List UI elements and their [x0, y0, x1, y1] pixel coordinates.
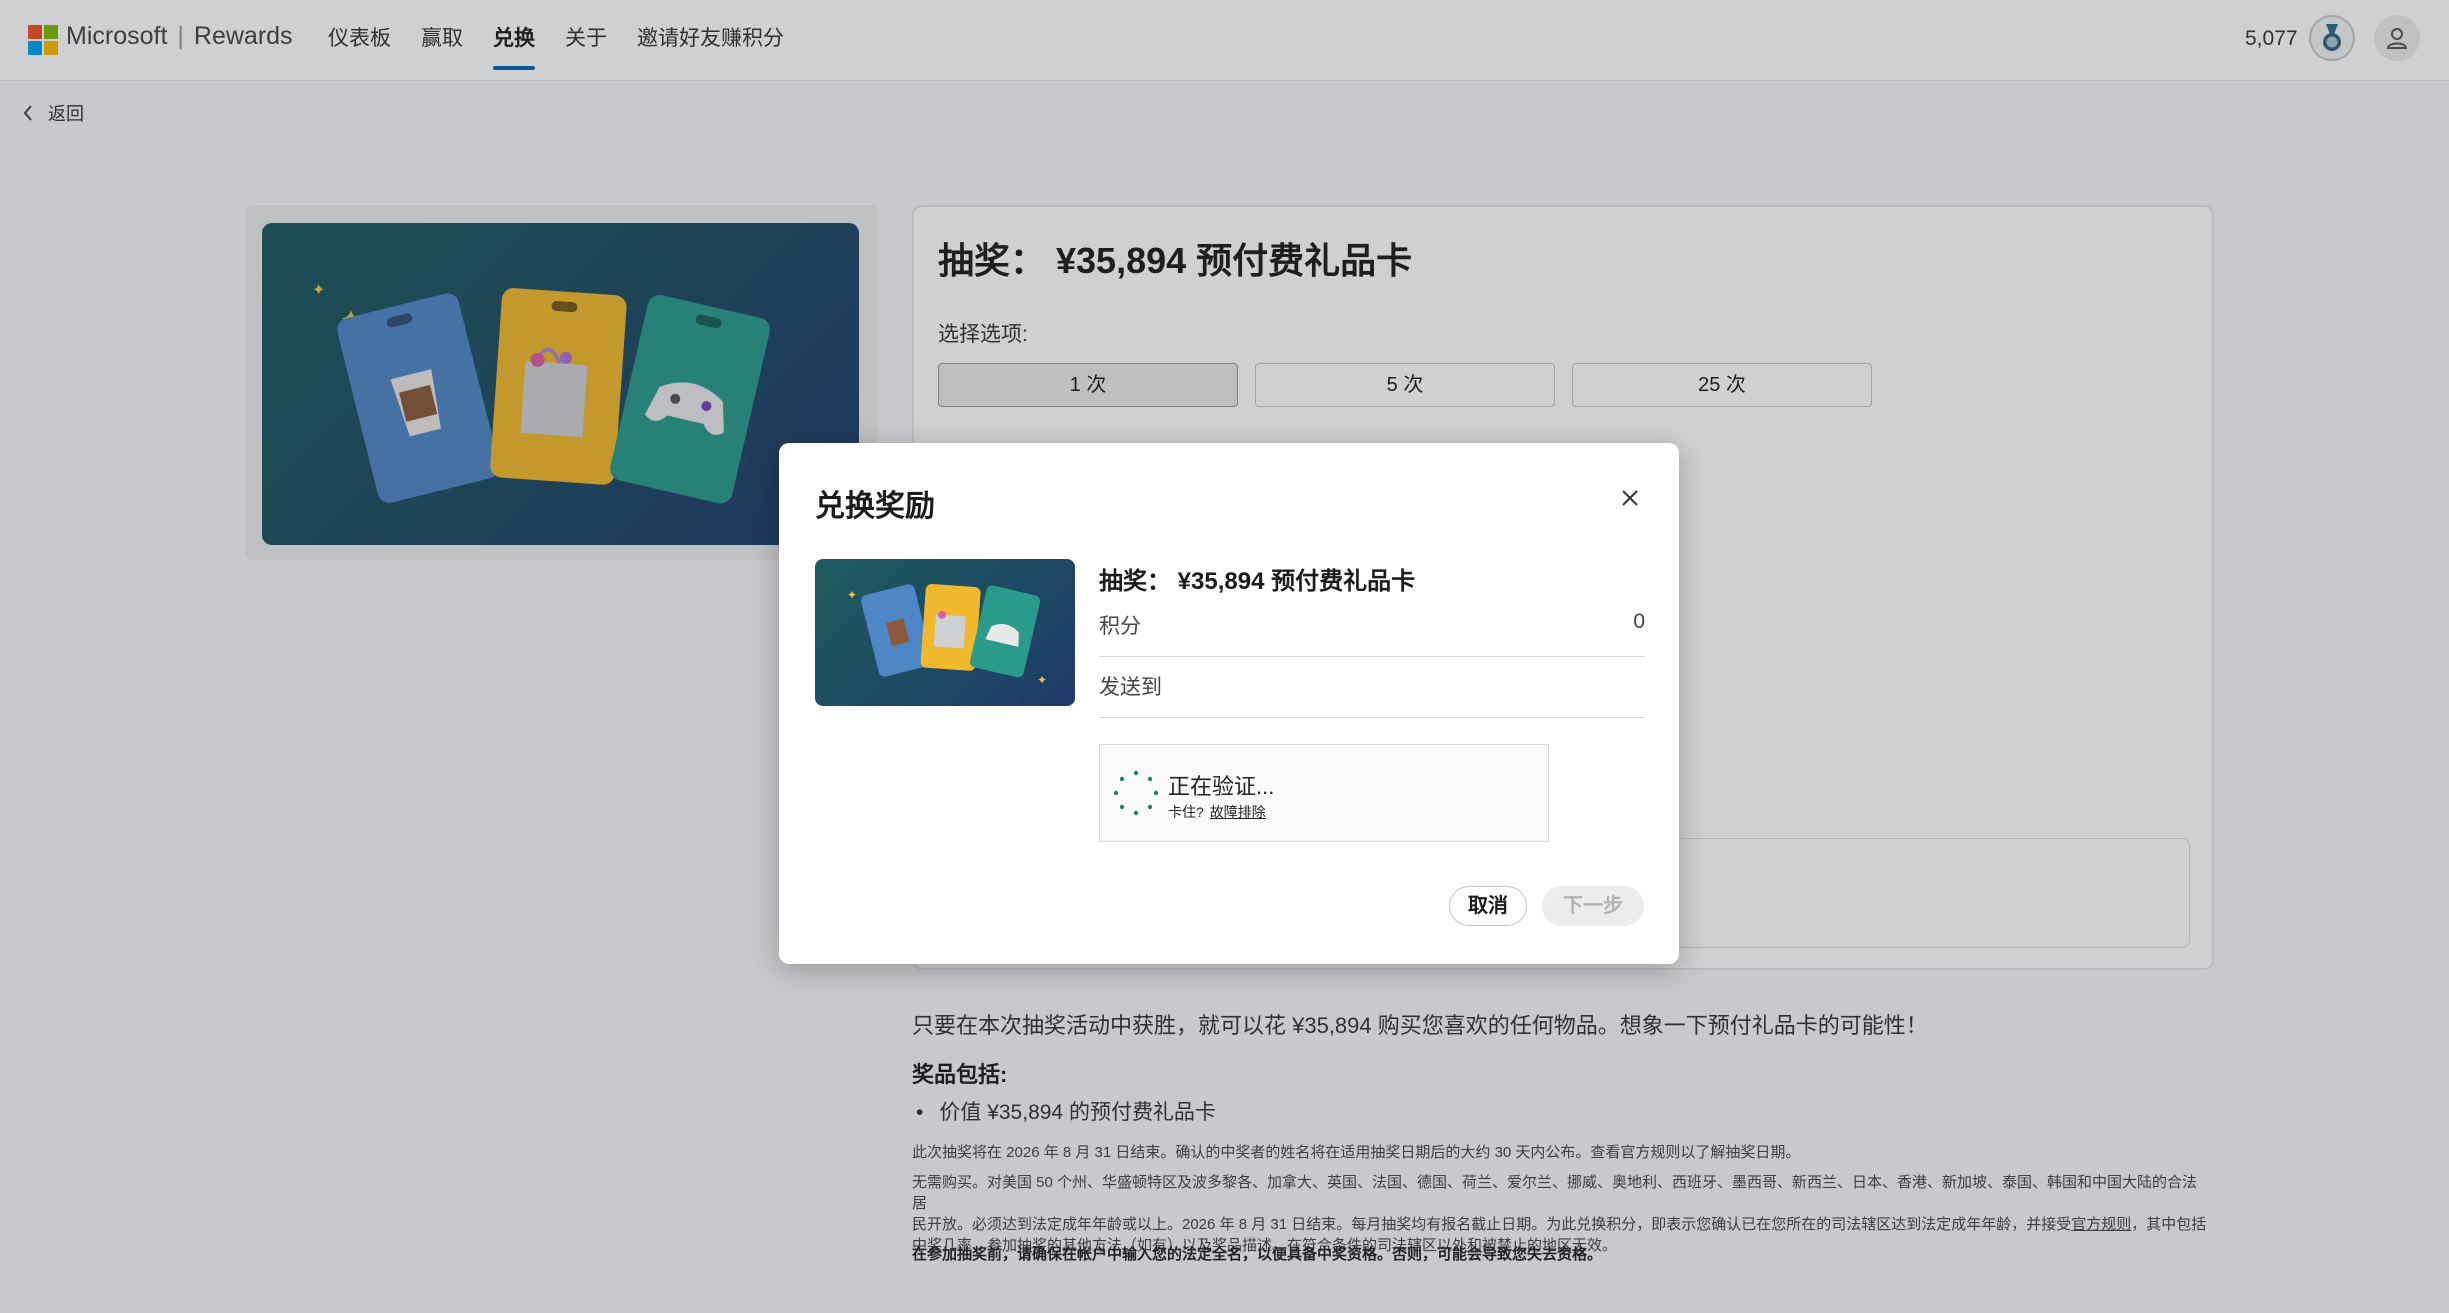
gift-cards-thumbnail-image: ✦ ✦: [815, 559, 1075, 706]
captcha-verification-widget[interactable]: 正在验证... 卡住? 故障排除: [1099, 744, 1549, 842]
send-to-label: 发送到: [1099, 676, 1162, 699]
next-button[interactable]: 下一步: [1542, 886, 1644, 926]
points-label: 积分: [1099, 615, 1141, 638]
troubleshoot-link[interactable]: 故障排除: [1210, 804, 1266, 820]
svg-text:✦: ✦: [1037, 673, 1047, 687]
verify-help: 卡住? 故障排除: [1168, 802, 1266, 822]
dialog-product-name: 抽奖： ¥35,894 预付费礼品卡: [1099, 568, 1416, 595]
redeem-reward-dialog: 兑换奖励 ✦ ✦ 抽奖： ¥35,894 预付费礼品卡 积分 0 发送到 正在验…: [779, 443, 1679, 964]
verify-stuck-text: 卡住?: [1168, 804, 1204, 820]
svg-text:✦: ✦: [847, 588, 857, 602]
loading-spinner-icon: [1113, 770, 1159, 816]
page: Microsoft | Rewards 仪表板 赢取 兑换 关于 邀请好友赚积分 5…: [0, 0, 2449, 1313]
points-row: 积分 0: [1099, 596, 1645, 657]
send-to-row: 发送到: [1099, 657, 1645, 718]
dialog-title: 兑换奖励: [815, 490, 935, 523]
points-value: 0: [1633, 610, 1645, 633]
cancel-button[interactable]: 取消: [1449, 886, 1527, 926]
close-icon[interactable]: [1615, 483, 1645, 513]
verify-status: 正在验证...: [1168, 774, 1275, 799]
